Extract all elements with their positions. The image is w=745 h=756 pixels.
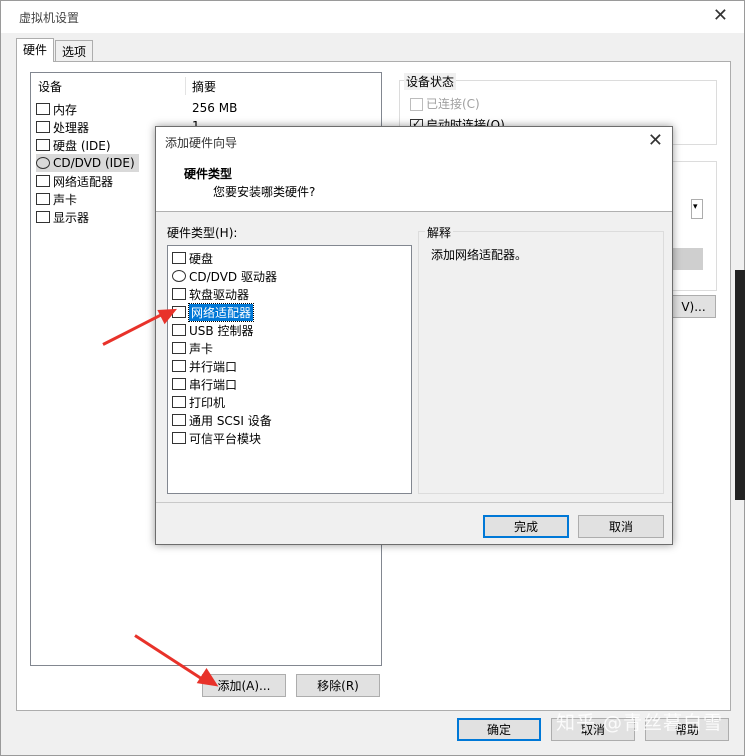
hw-item-label: 打印机 xyxy=(189,395,226,410)
harddisk-icon xyxy=(172,252,186,264)
column-header-summary[interactable]: 摘要 xyxy=(192,78,216,95)
dialog-title-bar: 添加硬件向导 ✕ xyxy=(156,127,672,157)
hw-item-label: 软盘驱动器 xyxy=(189,287,250,302)
tab-hardware[interactable]: 硬件 xyxy=(16,38,55,62)
header-subtitle: 您要安装哪类硬件? xyxy=(213,185,316,199)
printer-icon xyxy=(172,396,186,408)
background-window-edge xyxy=(735,270,745,500)
hw-item-label: USB 控制器 xyxy=(189,323,254,338)
device-row-sound[interactable]: 声卡 xyxy=(36,190,77,208)
dialog-title: 添加硬件向导 xyxy=(165,136,238,150)
device-name: 网络适配器 xyxy=(53,174,114,189)
device-name: 声卡 xyxy=(53,192,78,207)
device-row-memory[interactable]: 内存 xyxy=(36,100,77,118)
explanation-label: 解释 xyxy=(425,224,454,241)
scsi-icon xyxy=(172,414,186,426)
device-row-harddisk[interactable]: 硬盘 (IDE) xyxy=(36,136,111,154)
cpu-icon xyxy=(36,121,50,133)
hw-item-label: 硬盘 xyxy=(189,251,214,266)
watermark: 知乎 @青丝暮白雪 xyxy=(556,712,724,734)
dropdown-arrow[interactable]: ▾ xyxy=(691,199,703,219)
hw-item-sound[interactable]: 声卡 xyxy=(172,339,213,357)
column-divider xyxy=(185,77,186,95)
ok-button[interactable]: 确定 xyxy=(457,718,541,741)
sound-icon xyxy=(172,342,186,354)
advanced-button[interactable]: V)... xyxy=(671,295,716,318)
explanation-text: 添加网络适配器。 xyxy=(431,248,528,262)
serial-port-icon xyxy=(172,378,186,390)
device-name: 内存 xyxy=(53,102,78,117)
hw-item-label: 通用 SCSI 设备 xyxy=(189,413,272,428)
device-name: 显示器 xyxy=(53,210,90,225)
device-summary: 256 MB xyxy=(192,101,238,115)
hardware-type-label: 硬件类型(H): xyxy=(167,226,238,240)
harddisk-icon xyxy=(36,139,50,151)
dialog-header: 硬件类型 您要安装哪类硬件? xyxy=(156,157,672,212)
hw-item-scsi[interactable]: 通用 SCSI 设备 xyxy=(172,411,272,429)
device-name: 处理器 xyxy=(53,120,90,135)
column-header-device[interactable]: 设备 xyxy=(38,78,62,95)
hw-item-label: CD/DVD 驱动器 xyxy=(189,269,277,284)
hw-item-serial[interactable]: 串行端口 xyxy=(172,375,237,393)
hw-item-floppy[interactable]: 软盘驱动器 xyxy=(172,285,249,303)
device-row-network[interactable]: 网络适配器 xyxy=(36,172,113,190)
checkbox-icon xyxy=(410,98,423,111)
finish-button[interactable]: 完成 xyxy=(483,515,569,538)
floppy-icon xyxy=(172,288,186,300)
connected-checkbox[interactable]: 已连接(C) xyxy=(410,95,480,112)
hw-item-printer[interactable]: 打印机 xyxy=(172,393,225,411)
hw-item-label: 声卡 xyxy=(189,341,214,356)
hw-item-label: 网络适配器 xyxy=(187,302,255,322)
close-icon[interactable]: ✕ xyxy=(648,130,663,151)
hw-item-cd[interactable]: CD/DVD 驱动器 xyxy=(172,267,277,285)
device-name: CD/DVD (IDE) xyxy=(53,156,135,170)
network-icon xyxy=(36,175,50,187)
explanation-group: 解释 xyxy=(418,224,664,494)
device-status-label: 设备状态 xyxy=(404,73,457,90)
tab-options[interactable]: 选项 xyxy=(55,40,94,62)
chevron-down-icon: ▾ xyxy=(693,202,698,212)
hw-item-label: 串行端口 xyxy=(189,377,238,392)
browse-button-disabled[interactable] xyxy=(673,248,703,270)
header-title: 硬件类型 xyxy=(184,167,233,181)
parallel-port-icon xyxy=(172,360,186,372)
monitor-icon xyxy=(36,211,50,223)
hardware-type-list[interactable]: 硬盘 CD/DVD 驱动器 软盘驱动器 网络适配器 USB 控制器 声卡 并行端… xyxy=(167,245,412,494)
connected-label: 已连接(C) xyxy=(426,97,480,111)
usb-icon xyxy=(172,324,186,336)
hw-item-label: 并行端口 xyxy=(189,359,238,374)
sound-icon xyxy=(36,193,50,205)
hw-item-tpm[interactable]: 可信平台模块 xyxy=(172,429,261,447)
hw-item-parallel[interactable]: 并行端口 xyxy=(172,357,237,375)
dialog-divider xyxy=(156,502,672,503)
hw-item-network[interactable]: 网络适配器 xyxy=(172,302,255,322)
window-title: 虚拟机设置 xyxy=(19,11,80,25)
cd-icon xyxy=(172,270,186,282)
device-row-cd[interactable]: CD/DVD (IDE) xyxy=(36,154,139,172)
remove-button[interactable]: 移除(R) xyxy=(296,674,380,697)
cd-icon xyxy=(36,157,50,169)
hw-item-harddisk[interactable]: 硬盘 xyxy=(172,249,213,267)
dialog-cancel-button[interactable]: 取消 xyxy=(578,515,664,538)
hw-item-label: 可信平台模块 xyxy=(189,431,262,446)
device-name: 硬盘 (IDE) xyxy=(53,138,111,153)
tab-bar: 硬件 选项 xyxy=(16,38,94,62)
device-row-monitor[interactable]: 显示器 xyxy=(36,208,89,226)
title-bar: 虚拟机设置 ✕ xyxy=(1,1,744,33)
memory-icon xyxy=(36,103,50,115)
add-hardware-wizard-dialog: 添加硬件向导 ✕ 硬件类型 您要安装哪类硬件? 硬件类型(H): 硬盘 CD/D… xyxy=(155,126,673,545)
close-icon[interactable]: ✕ xyxy=(713,5,728,26)
tpm-icon xyxy=(172,432,186,444)
hw-item-usb[interactable]: USB 控制器 xyxy=(172,321,253,339)
device-row-cpu[interactable]: 处理器 xyxy=(36,118,89,136)
